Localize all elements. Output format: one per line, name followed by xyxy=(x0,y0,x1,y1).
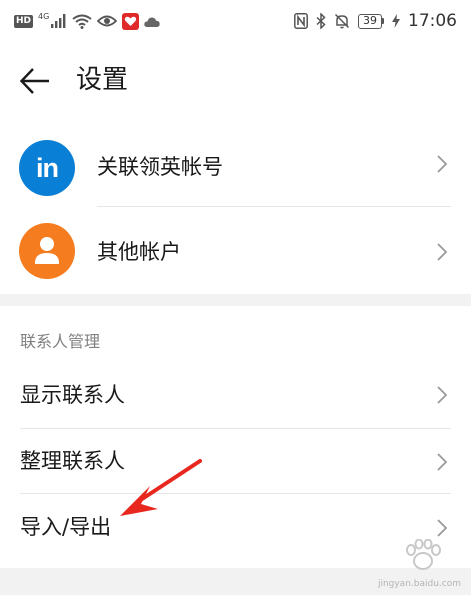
show-contacts-label: 显示联系人 xyxy=(20,383,125,407)
nfc-icon xyxy=(294,13,308,29)
linkedin-account-row[interactable]: in 关联领英帐号 xyxy=(0,130,471,206)
status-bar-right: 39 17:06 xyxy=(294,10,457,32)
other-accounts-label: 其他帐户 xyxy=(97,240,181,264)
section-gap xyxy=(0,294,471,306)
other-accounts-row[interactable]: 其他帐户 xyxy=(0,213,471,291)
back-arrow-icon[interactable] xyxy=(18,66,52,96)
charging-icon xyxy=(392,14,400,28)
status-bar: HD 4G 39 17:06 xyxy=(0,0,471,42)
title-bar: 设置 xyxy=(0,52,471,110)
person-icon xyxy=(19,223,75,279)
battery-icon: 39 xyxy=(358,13,384,29)
linkedin-account-label: 关联领英帐号 xyxy=(97,155,223,179)
show-contacts-row[interactable]: 显示联系人 xyxy=(0,362,471,428)
chevron-right-icon xyxy=(437,243,448,261)
linkedin-icon: in xyxy=(19,140,75,196)
chevron-right-icon xyxy=(437,519,448,537)
chevron-right-icon xyxy=(437,386,448,404)
paw-logo-icon xyxy=(406,539,441,570)
section-header-contacts: 联系人管理 xyxy=(20,332,101,351)
person-silhouette-icon xyxy=(35,237,59,264)
organize-contacts-row[interactable]: 整理联系人 xyxy=(0,429,471,493)
watermark: jingyan.baidu.com xyxy=(365,539,465,589)
import-export-label: 导入/导出 xyxy=(20,515,112,539)
page-title: 设置 xyxy=(76,65,129,95)
cloud-icon xyxy=(144,17,161,27)
chevron-right-icon xyxy=(437,453,448,471)
network-type-label: 4G xyxy=(38,11,50,21)
mute-icon xyxy=(334,13,350,29)
divider xyxy=(97,206,451,207)
bluetooth-icon xyxy=(316,13,326,29)
signal-icon xyxy=(51,14,66,28)
watermark-text: jingyan.baidu.com xyxy=(377,579,461,589)
linkedin-logo-text: in xyxy=(36,153,59,183)
eye-comfort-icon xyxy=(97,15,118,27)
organize-contacts-label: 整理联系人 xyxy=(20,449,125,473)
wifi-icon xyxy=(72,14,92,29)
battery-level: 39 xyxy=(358,13,382,29)
notification-app-icon xyxy=(122,12,140,30)
status-bar-left: HD 4G xyxy=(14,11,161,31)
battery-tip xyxy=(382,18,384,24)
hd-badge: HD xyxy=(14,14,34,28)
chevron-right-icon xyxy=(437,155,448,173)
status-time: 17:06 xyxy=(408,11,457,31)
